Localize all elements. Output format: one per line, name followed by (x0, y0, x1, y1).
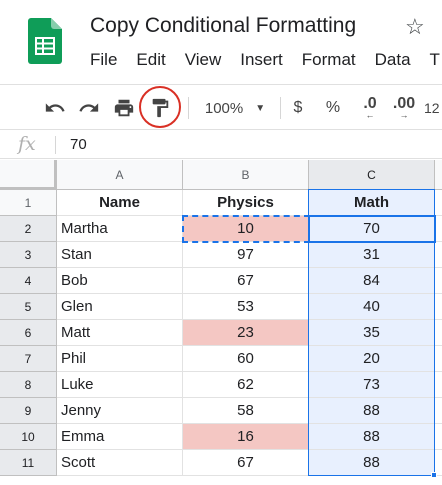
print-button[interactable] (109, 85, 139, 131)
cell-name[interactable]: Glen (57, 294, 183, 320)
row-header-8[interactable]: 8 (0, 372, 57, 398)
row-header-10[interactable]: 10 (0, 424, 57, 450)
cell-partial[interactable] (435, 372, 442, 398)
decrease-decimal-button[interactable]: .0 ← (355, 85, 385, 131)
more-formats-button[interactable]: 12 (424, 85, 442, 131)
row-header-3[interactable]: 3 (0, 242, 57, 268)
menu-insert[interactable]: Insert (240, 50, 283, 74)
cell-math[interactable]: 73 (309, 372, 435, 398)
paint-format-highlight-circle (139, 86, 181, 128)
menu-tools[interactable]: T (430, 50, 440, 74)
header-cell-physics[interactable]: Physics (183, 190, 309, 216)
cell-math[interactable]: 35 (309, 320, 435, 346)
cell-physics[interactable]: 23 (183, 320, 309, 346)
cell-partial[interactable] (435, 190, 442, 216)
cell-name[interactable]: Luke (57, 372, 183, 398)
cell-physics[interactable]: 97 (183, 242, 309, 268)
column-header-partial[interactable] (435, 160, 442, 190)
menu-data[interactable]: Data (375, 50, 411, 74)
cell-partial[interactable] (435, 346, 442, 372)
cell-physics[interactable]: 62 (183, 372, 309, 398)
row-header-4[interactable]: 4 (0, 268, 57, 294)
row-header-6[interactable]: 6 (0, 320, 57, 346)
cell-partial[interactable] (435, 424, 442, 450)
cell-partial[interactable] (435, 242, 442, 268)
redo-button[interactable] (74, 85, 104, 131)
decrease-decimal-label: .0 (363, 95, 377, 112)
cell-name[interactable]: Matt (57, 320, 183, 346)
fill-handle[interactable] (431, 472, 437, 478)
cell-physics[interactable]: 53 (183, 294, 309, 320)
undo-button[interactable] (40, 85, 70, 131)
cell-name[interactable]: Emma (57, 424, 183, 450)
cell-physics[interactable]: 67 (183, 450, 309, 476)
cell-math[interactable]: 31 (309, 242, 435, 268)
cell-math[interactable]: 88 (309, 450, 435, 476)
toolbar-divider (188, 97, 189, 119)
print-icon (114, 99, 134, 117)
column-header-c[interactable]: C (309, 160, 435, 190)
formula-divider (55, 136, 56, 154)
column-header-a[interactable]: A (57, 160, 183, 190)
cell-name[interactable]: Martha (57, 216, 183, 242)
cell-math[interactable]: 88 (309, 424, 435, 450)
zoom-select[interactable]: 100% ▼ (198, 85, 272, 131)
cell-math[interactable]: 70 (309, 216, 435, 242)
column-header-b[interactable]: B (183, 160, 309, 190)
currency-format-button[interactable]: $ (287, 85, 309, 131)
cell-physics[interactable]: 10 (183, 216, 309, 242)
cell-math[interactable]: 20 (309, 346, 435, 372)
arrow-left-icon: ← (365, 110, 375, 120)
row-header-9[interactable]: 9 (0, 398, 57, 424)
cell-name[interactable]: Stan (57, 242, 183, 268)
cell-partial[interactable] (435, 398, 442, 424)
arrow-right-icon: → (399, 110, 409, 120)
formula-bar: fx 70 (0, 131, 442, 159)
cell-name[interactable]: Scott (57, 450, 183, 476)
redo-icon (79, 103, 99, 112)
cell-partial[interactable] (435, 268, 442, 294)
cell-partial[interactable] (435, 216, 442, 242)
menu-edit[interactable]: Edit (136, 50, 165, 74)
cell-name[interactable]: Jenny (57, 398, 183, 424)
menu-format[interactable]: Format (302, 50, 356, 74)
cell-partial[interactable] (435, 320, 442, 346)
chevron-down-icon: ▼ (255, 102, 266, 114)
row-header-5[interactable]: 5 (0, 294, 57, 320)
star-icon[interactable]: ☆ (405, 14, 425, 40)
row-header-2[interactable]: 2 (0, 216, 57, 242)
cell-partial[interactable] (435, 294, 442, 320)
menu-bar: File Edit View Insert Format Data T (90, 50, 442, 74)
cell-physics[interactable]: 16 (183, 424, 309, 450)
document-title[interactable]: Copy Conditional Formatting (90, 14, 356, 38)
menu-view[interactable]: View (185, 50, 222, 74)
header-cell-name[interactable]: Name (57, 190, 183, 216)
cell-name[interactable]: Phil (57, 346, 183, 372)
percent-format-button[interactable]: % (322, 85, 344, 131)
google-sheets-icon[interactable] (28, 18, 62, 64)
increase-decimal-button[interactable]: .00 → (388, 85, 420, 131)
cell-physics[interactable]: 60 (183, 346, 309, 372)
increase-decimal-label: .00 (392, 95, 416, 112)
cell-math[interactable]: 40 (309, 294, 435, 320)
cell-physics[interactable]: 67 (183, 268, 309, 294)
menu-file[interactable]: File (90, 50, 117, 74)
row-header-11[interactable]: 11 (0, 450, 57, 476)
cell-math[interactable]: 88 (309, 398, 435, 424)
undo-icon (45, 103, 65, 112)
cell-name[interactable]: Bob (57, 268, 183, 294)
formula-input[interactable]: 70 (70, 136, 87, 153)
fx-icon: fx (18, 133, 36, 155)
row-header-7[interactable]: 7 (0, 346, 57, 372)
toolbar-divider (280, 97, 281, 119)
cell-math[interactable]: 84 (309, 268, 435, 294)
cell-physics[interactable]: 58 (183, 398, 309, 424)
header-cell-math[interactable]: Math (309, 190, 435, 216)
row-header-1[interactable]: 1 (0, 190, 57, 216)
zoom-value: 100% (204, 99, 244, 117)
select-all-corner[interactable] (0, 160, 57, 190)
toolbar: 100% ▼ $ % .0 ← .00 → 12 (0, 84, 442, 130)
